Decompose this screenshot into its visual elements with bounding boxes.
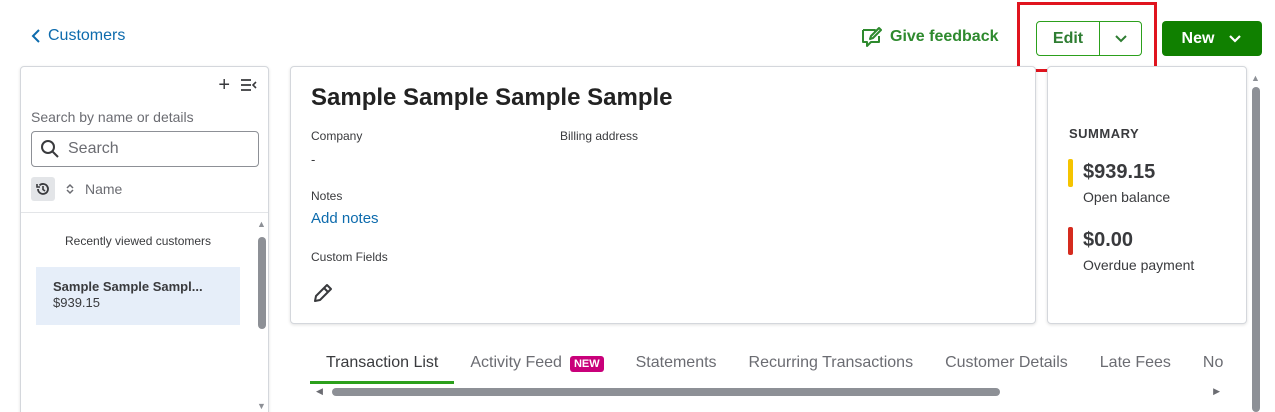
sort-by-name[interactable]: Name (65, 181, 122, 197)
chevron-left-icon (31, 29, 40, 43)
recent-customers-title: Recently viewed customers (65, 234, 212, 248)
list-scrollbar-thumb[interactable] (258, 237, 266, 329)
customer-info-card: Sample Sample Sample Sample Company - Bi… (290, 66, 1036, 324)
add-notes-link[interactable]: Add notes (311, 210, 379, 227)
scroll-left-arrow[interactable]: ◀ (316, 386, 323, 397)
tab-activity-feed[interactable]: Activity Feed NEW (454, 350, 619, 384)
feedback-label: Give feedback (890, 28, 999, 45)
tab-label: Transaction List (326, 354, 439, 371)
tab-customer-details[interactable]: Customer Details (929, 350, 1084, 384)
recent-customer-name: Sample Sample Sampl... (53, 279, 203, 294)
edit-dropdown-toggle[interactable] (1100, 22, 1141, 55)
tab-statements[interactable]: Statements (620, 350, 733, 384)
scroll-down-arrow[interactable]: ▼ (257, 401, 266, 411)
sort-row: Name (31, 177, 122, 201)
tab-transaction-list[interactable]: Transaction List (310, 350, 455, 384)
edit-button-group: Edit (1036, 21, 1142, 56)
back-to-customers-link[interactable]: Customers (30, 27, 125, 45)
tab-recurring-transactions[interactable]: Recurring Transactions (733, 350, 930, 384)
new-button-label: New (1181, 29, 1215, 47)
open-balance-label: Open balance (1083, 189, 1171, 205)
feedback-icon (862, 27, 882, 47)
history-icon[interactable] (31, 177, 55, 201)
scroll-right-arrow[interactable]: ▶ (1213, 386, 1220, 397)
back-link-label: Customers (48, 27, 126, 44)
search-input[interactable] (68, 140, 248, 158)
new-badge: NEW (569, 356, 604, 372)
open-balance-indicator (1068, 159, 1073, 187)
chevron-down-icon (1229, 34, 1242, 43)
search-icon (41, 140, 59, 158)
edit-button[interactable]: Edit (1037, 22, 1100, 55)
overdue-label: Overdue payment (1083, 257, 1195, 273)
divider (21, 212, 268, 213)
tabs-scrollbar-thumb[interactable] (332, 388, 1000, 396)
customer-page: Customers Give feedback Edit New + Searc… (0, 0, 1275, 412)
customer-tabs: Transaction List Activity Feed NEW State… (310, 350, 1226, 384)
summary-card: SUMMARY $939.15 Open balance $0.00 Overd… (1047, 66, 1247, 324)
page-scrollbar-thumb[interactable] (1252, 87, 1260, 412)
sort-label: Name (85, 181, 123, 197)
tab-label: Statements (635, 354, 717, 371)
tabs-horizontal-scrollbar[interactable]: ◀ ▶ (310, 386, 1226, 398)
sort-icon (66, 183, 74, 195)
list-item[interactable]: Sample Sample Sampl... $939.15 (36, 267, 240, 325)
search-hint: Search by name or details (31, 109, 194, 125)
list-toolbar: + (218, 75, 258, 95)
give-feedback-link[interactable]: Give feedback (860, 26, 999, 48)
overdue-amount: $0.00 (1083, 229, 1134, 251)
tab-label: Recurring Transactions (748, 354, 914, 371)
tab-label: Activity Feed (470, 354, 562, 371)
open-balance-amount: $939.15 (1083, 161, 1156, 183)
new-button[interactable]: New (1162, 21, 1262, 56)
customer-name-title: Sample Sample Sample Sample (311, 84, 673, 111)
pencil-edit-icon[interactable] (311, 281, 335, 305)
notes-label: Notes (311, 189, 343, 203)
company-label: Company (311, 129, 363, 143)
custom-fields-label: Custom Fields (311, 250, 388, 264)
chevron-down-icon (1114, 34, 1127, 42)
summary-title: SUMMARY (1069, 126, 1140, 141)
page-scroll-up-arrow[interactable]: ▲ (1251, 73, 1260, 83)
tab-label: Late Fees (1099, 354, 1171, 371)
overdue-indicator (1068, 227, 1073, 255)
company-value: - (311, 152, 316, 167)
tab-late-fees[interactable]: Late Fees (1084, 350, 1187, 384)
recent-customer-amount: $939.15 (53, 295, 100, 310)
clock-icon (36, 183, 49, 195)
customer-list-panel: + Search by name or details Search Name … (20, 66, 269, 412)
scroll-up-arrow[interactable]: ▲ (257, 219, 266, 229)
tab-notes[interactable]: No (1187, 350, 1226, 384)
collapse-list-icon[interactable] (240, 78, 258, 92)
billing-address-label: Billing address (560, 129, 639, 143)
customer-search-box[interactable] (31, 131, 259, 167)
tab-label: Customer Details (945, 354, 1068, 371)
add-customer-icon[interactable]: + (218, 75, 230, 95)
tab-label: No (1202, 354, 1224, 371)
